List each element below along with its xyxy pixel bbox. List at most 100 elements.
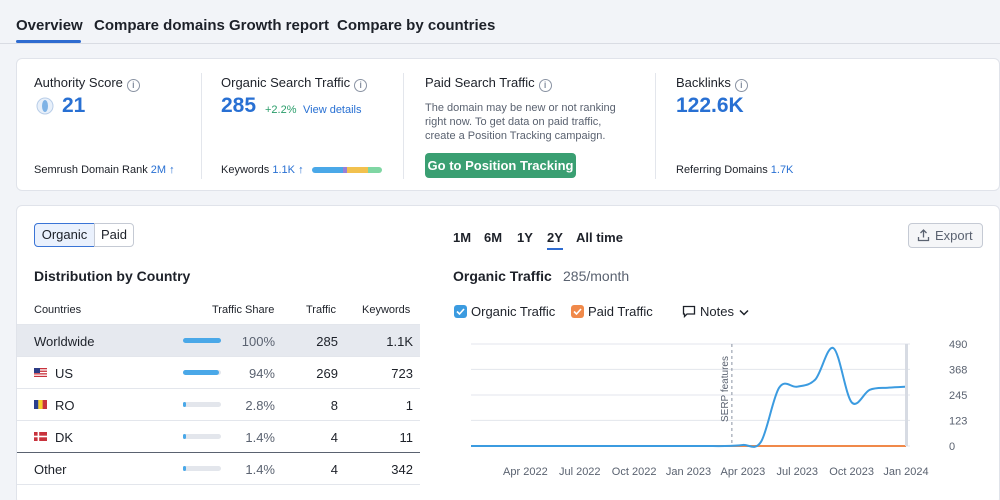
x-tick-label: Oct 2022 — [612, 466, 657, 478]
referring-domains-label: Referring Domains — [676, 164, 768, 176]
traffic-value: 4 — [330, 462, 338, 477]
traffic-share-value: 2.8% — [245, 398, 275, 413]
organic-traffic-chart[interactable]: SERP features 490 368 245 123 0 Apr 2022 Jul … — [447, 334, 999, 500]
table-row[interactable]: DK 1.4% 4 11 — [17, 420, 420, 452]
traffic-share-value: 94% — [248, 366, 275, 381]
organic-toggle[interactable]: Organic — [34, 223, 95, 247]
authority-score-title: Authority Score i — [34, 75, 140, 92]
series-line-organic-traffic[interactable] — [471, 347, 907, 448]
traffic-share-fill — [183, 338, 221, 343]
traffic-share-bar — [183, 466, 221, 471]
view-details-link[interactable]: View details — [303, 104, 362, 116]
paid-traffic-message: The domain may be new or not ranking rig… — [425, 102, 616, 142]
table-row[interactable]: Worldwide 100% 285 1.1K — [17, 324, 420, 356]
serp-features-label: SERP features — [720, 356, 731, 422]
country-name: US — [55, 366, 74, 381]
table-row[interactable]: RO 2.8% 8 1 — [17, 388, 420, 420]
rank-up-icon: ↑ — [169, 164, 175, 176]
traffic-value[interactable]: 4 — [331, 430, 338, 445]
table-row[interactable]: US 94% 269 723 — [17, 356, 420, 388]
traffic-value[interactable]: 269 — [316, 366, 338, 381]
traffic-card: Organic Paid Distribution by Country Cou… — [16, 205, 1000, 500]
tab-growth-report[interactable]: Growth report — [229, 17, 329, 34]
authority-score-icon — [36, 97, 54, 115]
info-icon[interactable]: i — [126, 79, 140, 92]
period-1y[interactable]: 1Y — [517, 230, 533, 245]
period-all-time[interactable]: All time — [576, 230, 623, 245]
divider — [17, 484, 420, 485]
divider — [201, 73, 202, 179]
domain-rank-label: Semrush Domain Rank — [34, 164, 148, 176]
backlinks-title: Backlinks i — [676, 75, 748, 92]
organic-traffic-change: +2.2% — [265, 104, 297, 116]
keywords-summary: Keywords 1.1K ↑ — [221, 164, 304, 176]
keywords-distribution-bar — [312, 167, 382, 173]
notes-icon — [682, 305, 696, 318]
x-tick-label: Apr 2022 — [503, 466, 548, 478]
traffic-share-bar — [183, 370, 221, 375]
legend-paid-traffic[interactable]: Paid Traffic — [588, 304, 653, 319]
traffic-share-bar — [183, 338, 221, 343]
summary-card: Authority Score i 21 Semrush Domain Rank … — [16, 58, 1000, 191]
backlinks-value[interactable]: 122.6K — [676, 94, 744, 118]
top-tab-bar: Overview Compare domains Growth report C… — [0, 0, 1000, 44]
export-button[interactable]: Export — [908, 223, 983, 248]
info-icon[interactable]: i — [354, 79, 368, 92]
selected-period-indicator — [547, 248, 563, 250]
paid-traffic-checkbox[interactable] — [571, 305, 584, 318]
tab-overview[interactable]: Overview — [16, 17, 83, 34]
chart-grid — [471, 343, 910, 447]
divider — [655, 73, 656, 179]
paid-toggle[interactable]: Paid — [94, 223, 134, 247]
chart-subtitle: 285/month — [563, 268, 630, 284]
keywords-value: 342 — [391, 462, 413, 477]
table-row[interactable]: Other 1.4% 4 342 — [17, 452, 420, 484]
traffic-share-fill — [183, 466, 186, 471]
tab-compare-by-countries[interactable]: Compare by countries — [337, 17, 495, 34]
dk-flag-icon — [34, 432, 47, 441]
chevron-down-icon — [739, 309, 749, 316]
traffic-share-fill — [183, 370, 219, 375]
y-tick-label: 490 — [949, 339, 967, 351]
traffic-value[interactable]: 8 — [331, 398, 338, 413]
col-traffic: Traffic — [306, 304, 336, 316]
info-icon[interactable]: i — [734, 79, 748, 92]
domain-rank-value[interactable]: 2M — [151, 164, 166, 176]
info-icon[interactable]: i — [538, 79, 552, 92]
chart-series — [471, 347, 907, 448]
authority-score-label: Authority Score — [34, 75, 123, 90]
active-tab-indicator — [16, 40, 81, 43]
keywords-value[interactable]: 1 — [406, 398, 413, 413]
legend-organic-traffic[interactable]: Organic Traffic — [471, 304, 555, 319]
y-tick-label: 0 — [949, 441, 955, 453]
y-tick-label: 123 — [949, 415, 967, 427]
paid-traffic-title: Paid Search Traffic i — [425, 75, 552, 92]
period-1m[interactable]: 1M — [453, 230, 471, 245]
x-tick-label: Apr 2023 — [721, 466, 766, 478]
traffic-share-value: 100% — [241, 334, 275, 349]
organic-traffic-label: Organic Search Traffic — [221, 75, 351, 90]
go-to-position-tracking-button[interactable]: Go to Position Tracking — [425, 153, 576, 178]
domain-rank: Semrush Domain Rank 2M ↑ — [34, 164, 175, 176]
organic-traffic-checkbox[interactable] — [454, 305, 467, 318]
col-traffic-share: Traffic Share — [212, 304, 275, 316]
backlinks-label: Backlinks — [676, 75, 731, 90]
period-6m[interactable]: 6M — [484, 230, 502, 245]
divider — [403, 73, 404, 179]
referring-domains-value[interactable]: 1.7K — [771, 164, 794, 176]
export-icon — [917, 229, 930, 242]
keywords-value[interactable]: 1.1K — [272, 164, 295, 176]
check-icon — [456, 308, 465, 316]
period-2y[interactable]: 2Y — [547, 230, 563, 245]
tab-compare-domains[interactable]: Compare domains — [94, 17, 225, 34]
y-tick-label: 245 — [949, 390, 967, 402]
traffic-value: 285 — [316, 334, 338, 349]
keywords-value[interactable]: 11 — [400, 430, 414, 445]
col-keywords: Keywords — [362, 304, 411, 316]
x-tick-label: Jan 2023 — [666, 466, 711, 478]
country-name: Other — [34, 462, 67, 477]
organic-traffic-value[interactable]: 285 — [221, 94, 256, 118]
keywords-value[interactable]: 723 — [391, 366, 413, 381]
traffic-share-fill — [183, 402, 186, 407]
organic-traffic-title: Organic Search Traffic i — [221, 75, 368, 92]
